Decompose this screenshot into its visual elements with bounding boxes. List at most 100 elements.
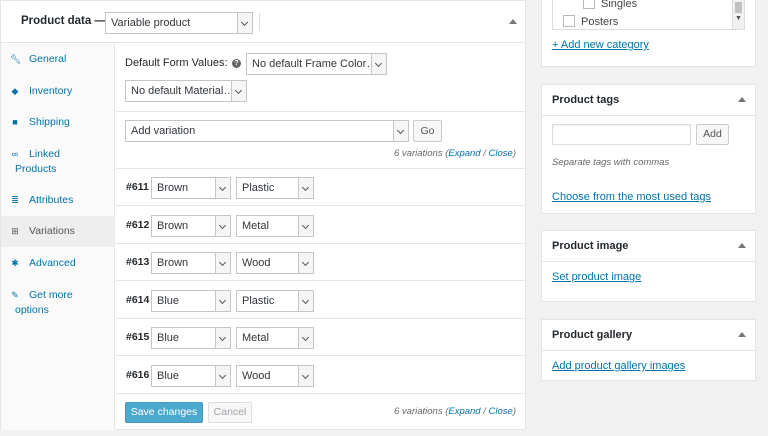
tag-hint: Separate tags with commas bbox=[552, 157, 670, 168]
product-gallery-title: Product gallery bbox=[552, 329, 633, 341]
variation-row[interactable]: #612 Brown Metal bbox=[116, 207, 526, 244]
tab-general[interactable]: 🔧︎ General bbox=[1, 52, 115, 67]
choose-most-used-tags-link[interactable]: Choose from the most used tags bbox=[552, 191, 711, 203]
go-button[interactable]: Go bbox=[413, 120, 442, 142]
product-data-box: Product data — Variable product 🔧︎ Gener… bbox=[0, 0, 526, 430]
chevron-down-icon bbox=[298, 366, 313, 386]
chevron-down-icon bbox=[215, 216, 230, 236]
chevron-down-icon bbox=[237, 13, 252, 33]
variation-row[interactable]: #614 Blue Plastic bbox=[116, 282, 526, 319]
tab-attributes[interactable]: ≣ Attributes bbox=[1, 193, 115, 208]
chevron-down-icon bbox=[393, 121, 408, 141]
tab-get-more-options[interactable]: ✎ Get more options bbox=[1, 288, 99, 318]
slash-text: / bbox=[480, 406, 489, 417]
material-select[interactable]: Plastic bbox=[236, 177, 314, 199]
expand-link[interactable]: Expand bbox=[448, 406, 480, 417]
product-image-header: Product image bbox=[542, 231, 755, 262]
collapse-toggle-icon[interactable] bbox=[509, 19, 517, 24]
tab-label: Get more options bbox=[15, 289, 73, 316]
scrollbar-thumb[interactable] bbox=[735, 2, 742, 13]
color-value: Blue bbox=[157, 295, 180, 307]
collapse-toggle-icon[interactable] bbox=[738, 332, 746, 337]
header-divider bbox=[259, 13, 260, 31]
variation-id: #613 bbox=[126, 256, 150, 268]
chevron-down-icon[interactable]: ▼ bbox=[735, 15, 742, 22]
plugin-icon: ✎ bbox=[11, 290, 19, 300]
category-checkbox[interactable] bbox=[583, 0, 595, 9]
color-value: Brown bbox=[157, 220, 189, 232]
product-gallery-box: Product gallery Add product gallery imag… bbox=[541, 319, 756, 381]
tab-label: General bbox=[29, 53, 67, 65]
material-select[interactable]: Metal bbox=[236, 327, 314, 349]
scrollbar[interactable]: ▼ bbox=[732, 0, 744, 29]
product-data-header: Product data — Variable product bbox=[1, 1, 525, 43]
variation-row[interactable]: #613 Brown Wood bbox=[116, 244, 526, 281]
material-select[interactable]: Metal bbox=[236, 215, 314, 237]
color-value: Brown bbox=[157, 182, 189, 194]
product-tags-title: Product tags bbox=[552, 94, 620, 106]
chevron-down-icon bbox=[298, 291, 313, 311]
chevron-down-icon bbox=[298, 178, 313, 198]
variations-panel: Default Form Values: ? No default Frame … bbox=[116, 44, 526, 430]
product-image-box: Product image Set product image bbox=[541, 230, 756, 302]
set-product-image-link[interactable]: Set product image bbox=[552, 271, 641, 283]
add-product-gallery-images-link[interactable]: Add product gallery images bbox=[552, 360, 685, 372]
category-label: Singles bbox=[601, 0, 638, 10]
add-tag-button[interactable]: Add bbox=[696, 124, 729, 145]
product-type-select[interactable]: Variable product bbox=[105, 12, 253, 34]
tab-linked-products[interactable]: ∞ Linked Products bbox=[1, 147, 101, 177]
material-value: Metal bbox=[242, 220, 269, 232]
color-select[interactable]: Blue bbox=[151, 290, 231, 312]
material-select[interactable]: Wood bbox=[236, 252, 314, 274]
color-select[interactable]: Blue bbox=[151, 327, 231, 349]
save-changes-button[interactable]: Save changes bbox=[125, 402, 203, 423]
color-select[interactable]: Blue bbox=[151, 365, 231, 387]
product-gallery-header: Product gallery bbox=[542, 320, 755, 351]
default-form-values-label: Default Form Values: bbox=[125, 57, 228, 69]
default-frame-color-select[interactable]: No default Frame Color… bbox=[246, 53, 387, 75]
product-type-value: Variable product bbox=[111, 17, 191, 29]
chevron-down-icon bbox=[215, 328, 230, 348]
chevron-down-icon bbox=[371, 54, 386, 74]
close-link[interactable]: Close bbox=[489, 406, 513, 417]
product-data-tabs: 🔧︎ General ◆ Inventory ■ Shipping ∞ Link… bbox=[1, 44, 115, 430]
variation-id: #611 bbox=[126, 181, 149, 193]
chevron-down-icon bbox=[231, 81, 246, 101]
tab-shipping[interactable]: ■ Shipping bbox=[1, 115, 115, 130]
variation-row[interactable]: #611 Brown Plastic bbox=[116, 169, 526, 206]
chevron-down-icon bbox=[215, 291, 230, 311]
chevron-down-icon bbox=[298, 216, 313, 236]
close-link[interactable]: Close bbox=[489, 148, 513, 159]
variation-row[interactable]: #615 Blue Metal bbox=[116, 319, 526, 356]
color-select[interactable]: Brown bbox=[151, 252, 231, 274]
chevron-down-icon bbox=[215, 366, 230, 386]
cancel-button[interactable]: Cancel bbox=[208, 402, 252, 423]
help-icon[interactable]: ? bbox=[232, 59, 241, 68]
tag-input[interactable] bbox=[552, 124, 691, 145]
color-select[interactable]: Brown bbox=[151, 215, 231, 237]
collapse-toggle-icon[interactable] bbox=[738, 243, 746, 248]
product-categories-box: Singles Posters ▼ + Add new category bbox=[541, 0, 756, 67]
tab-advanced[interactable]: ✱ Advanced bbox=[1, 256, 115, 271]
color-value: Brown bbox=[157, 257, 189, 269]
category-checklist[interactable]: Singles Posters ▼ bbox=[552, 0, 745, 30]
truck-icon: ■ bbox=[12, 117, 18, 127]
add-variation-select[interactable]: Add variation bbox=[125, 120, 409, 142]
tab-inventory[interactable]: ◆ Inventory bbox=[1, 84, 115, 99]
default-material-select[interactable]: No default Material… bbox=[125, 80, 247, 102]
color-select[interactable]: Brown bbox=[151, 177, 231, 199]
material-select[interactable]: Plastic bbox=[236, 290, 314, 312]
color-value: Blue bbox=[157, 370, 180, 382]
tab-label: Advanced bbox=[29, 257, 76, 269]
add-new-category-link[interactable]: + Add new category bbox=[552, 39, 649, 51]
default-frame-value: No default Frame Color… bbox=[252, 58, 378, 70]
variation-id: #614 bbox=[126, 294, 150, 306]
material-value: Plastic bbox=[242, 182, 275, 194]
material-select[interactable]: Wood bbox=[236, 365, 314, 387]
gear-icon: ✱ bbox=[11, 258, 19, 268]
expand-link[interactable]: Expand bbox=[448, 148, 480, 159]
tab-variations[interactable]: ⊞ Variations bbox=[1, 216, 115, 247]
collapse-toggle-icon[interactable] bbox=[738, 97, 746, 102]
variation-row[interactable]: #616 Blue Wood bbox=[116, 357, 526, 394]
category-checkbox[interactable] bbox=[563, 15, 575, 27]
